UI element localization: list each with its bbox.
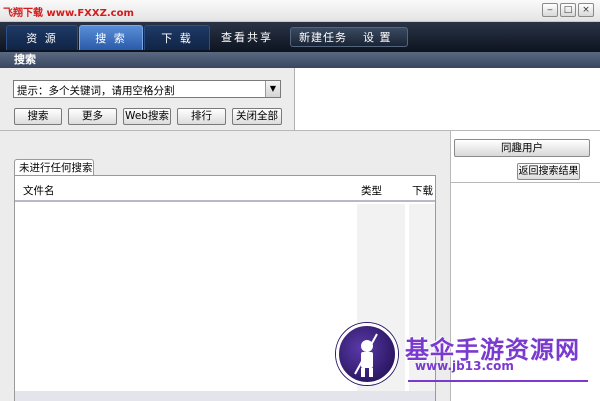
results-list-header: 文件名 类型 下载 [15, 176, 435, 202]
tab-download[interactable]: 下 载 [144, 25, 210, 50]
tab-search[interactable]: 搜 索 [79, 25, 143, 50]
column-type[interactable]: 类型 [361, 183, 382, 198]
rank-button[interactable]: 排行 [177, 108, 226, 125]
back-to-results-button[interactable]: 返回搜索结果 [517, 163, 580, 180]
search-input-value: 提示：多个关键词，请用空格分割 [17, 85, 175, 97]
close-button[interactable]: × [578, 3, 594, 17]
new-task-button[interactable]: 新建任务 [299, 30, 347, 46]
ninja-icon [354, 333, 378, 377]
tab-resources[interactable]: 资 源 [6, 25, 78, 50]
site-watermark: 飞翔下载 www.FXXZ.com [3, 8, 134, 19]
window-controls: ‒ □ × [542, 3, 594, 17]
watermark-logo-icon [336, 323, 398, 385]
peers-button[interactable]: 同趣用户 [454, 139, 590, 157]
section-header: 搜索 [0, 52, 600, 68]
results-tab[interactable]: 未进行任何搜索 [14, 159, 94, 176]
peers-divider [450, 182, 600, 183]
search-button[interactable]: 搜索 [14, 108, 62, 125]
minimize-button[interactable]: ‒ [542, 3, 558, 17]
watermark-subtitle: www.jb13.com [415, 359, 514, 373]
nav-action-group: 新建任务 设 置 [290, 27, 408, 47]
more-button[interactable]: 更多 [68, 108, 117, 125]
tab-view-share[interactable]: 查看共享 [214, 25, 280, 50]
chevron-down-icon[interactable]: ▼ [265, 81, 280, 97]
horizontal-scrollbar[interactable] [15, 391, 435, 401]
watermark-underline [408, 380, 588, 382]
main-nav: 资 源 搜 索 下 载 查看共享 新建任务 设 置 [0, 22, 600, 52]
settings-button[interactable]: 设 置 [363, 30, 392, 46]
column-download[interactable]: 下载 [412, 183, 433, 198]
search-input[interactable]: 提示：多个关键词，请用空格分割 ▼ [13, 80, 281, 98]
maximize-button[interactable]: □ [560, 3, 576, 17]
title-bar: 飞翔下载 www.FXXZ.com ‒ □ × [0, 0, 600, 22]
web-search-button[interactable]: Web搜索 [123, 108, 171, 125]
search-info-area [295, 68, 600, 130]
close-all-button[interactable]: 关闭全部 [232, 108, 282, 125]
column-filename[interactable]: 文件名 [23, 183, 55, 198]
